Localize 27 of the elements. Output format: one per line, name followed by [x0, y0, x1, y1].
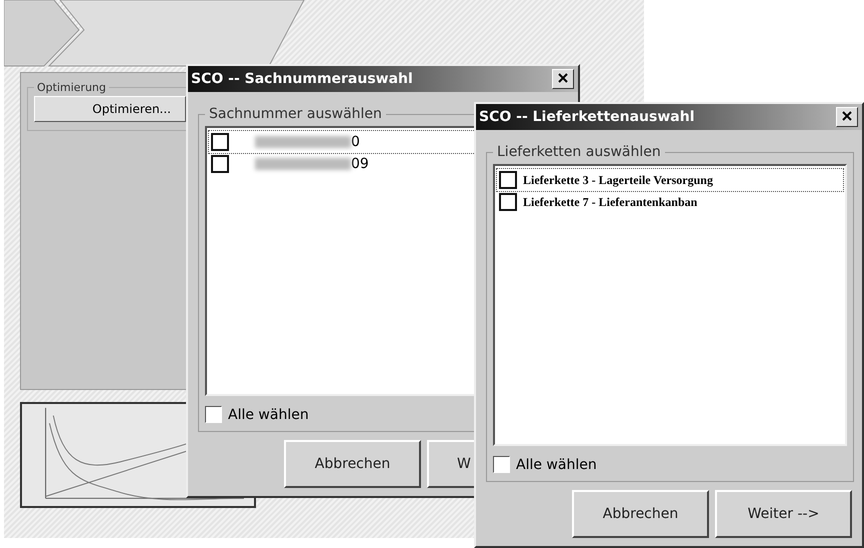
close-icon [842, 111, 852, 121]
item-label[interactable]: 09 [351, 156, 369, 172]
close-button[interactable] [552, 69, 574, 89]
group-title: Lieferketten auswählen [496, 144, 662, 160]
select-all-checkbox[interactable] [205, 406, 222, 423]
select-all-checkbox[interactable] [493, 456, 510, 473]
cancel-button[interactable]: Abbrechen [572, 490, 709, 538]
item-checkbox[interactable] [211, 133, 229, 151]
close-button[interactable] [836, 107, 858, 127]
next-button[interactable]: Weiter --> [715, 490, 852, 538]
item-label[interactable]: 0 [351, 134, 360, 150]
item-checkbox[interactable] [499, 193, 517, 211]
dialog-title: SCO -- Sachnummerauswahl [191, 71, 413, 87]
item-checkbox[interactable] [499, 171, 517, 189]
item-label[interactable]: Lieferkette 7 - Lieferantenkanban [523, 194, 698, 210]
group-title: Optimierung [36, 81, 107, 94]
list-row[interactable]: Lieferkette 7 - Lieferantenkanban [497, 191, 843, 213]
select-all-label[interactable]: Alle wählen [516, 456, 597, 472]
dialog-title: SCO -- Lieferkettenauswahl [479, 109, 695, 125]
close-icon [558, 73, 568, 83]
optimize-button[interactable]: Optimieren... [34, 96, 186, 122]
select-all-label[interactable]: Alle wählen [228, 406, 309, 422]
item-checkbox[interactable] [211, 155, 229, 173]
list-row[interactable]: Lieferkette 3 - Lagerteile Versorgung [497, 169, 843, 191]
cancel-button[interactable]: Abbrechen [284, 440, 421, 488]
item-label[interactable]: Lieferkette 3 - Lagerteile Versorgung [523, 172, 713, 188]
group-title: Sachnummer auswählen [208, 106, 383, 122]
